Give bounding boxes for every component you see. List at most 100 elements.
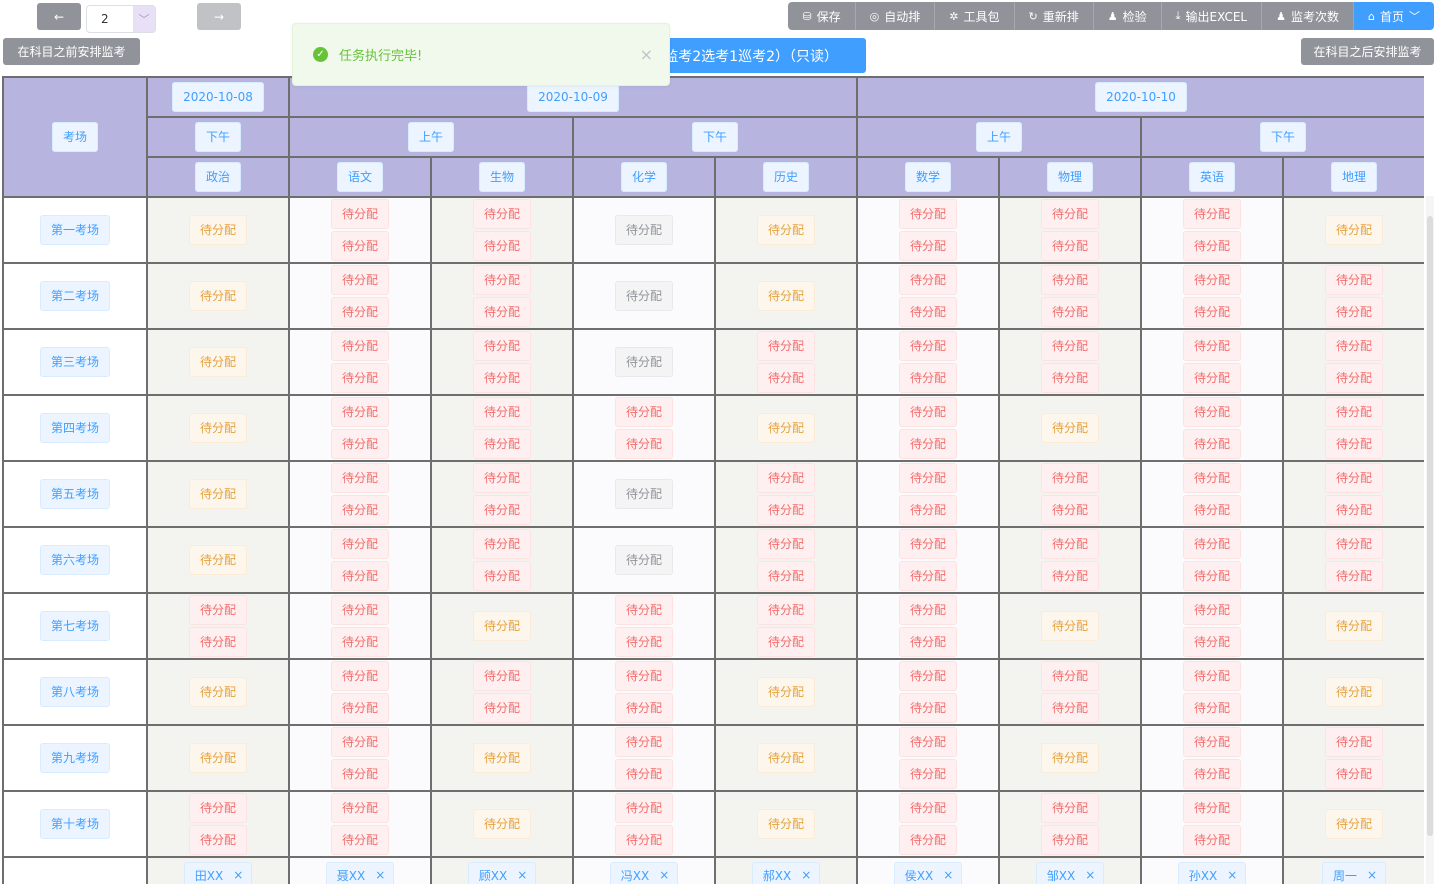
assignment-cell[interactable]: 待分配 待分配: [714, 460, 858, 528]
unassigned-tag[interactable]: 待分配: [1182, 759, 1241, 789]
unassigned-tag[interactable]: 待分配: [898, 793, 957, 823]
unassigned-tag[interactable]: 待分配: [1040, 331, 1099, 361]
teacher-chip[interactable]: 邹XX ×: [1035, 862, 1105, 884]
assignment-cell[interactable]: 待分配: [572, 196, 716, 264]
assignment-cell[interactable]: 待分配 待分配: [288, 790, 432, 858]
unassigned-tag[interactable]: 待分配: [898, 595, 957, 625]
unassigned-tag[interactable]: 待分配: [330, 331, 389, 361]
assignment-cell[interactable]: 待分配 待分配: [1282, 724, 1424, 792]
assignment-cell[interactable]: 待分配 待分配: [430, 196, 574, 264]
unassigned-tag[interactable]: 待分配: [1040, 561, 1099, 591]
unassigned-tag[interactable]: 待分配: [472, 363, 531, 393]
unassigned-tag[interactable]: 待分配: [472, 693, 531, 723]
unassigned-tag[interactable]: 待分配: [472, 429, 531, 459]
room-label[interactable]: 第七考场: [39, 611, 110, 641]
unassigned-tag[interactable]: 待分配: [330, 297, 389, 327]
unassigned-tag[interactable]: 待分配: [756, 281, 815, 311]
unassigned-tag[interactable]: 待分配: [1182, 495, 1241, 525]
unassigned-tag[interactable]: 待分配: [898, 561, 957, 591]
unassigned-tag[interactable]: 待分配: [330, 793, 389, 823]
assignment-cell[interactable]: 待分配: [572, 460, 716, 528]
close-icon[interactable]: ×: [517, 868, 527, 882]
unassigned-tag[interactable]: 待分配: [898, 463, 957, 493]
unassigned-tag[interactable]: 待分配: [1324, 397, 1383, 427]
unassigned-tag[interactable]: 待分配: [756, 677, 815, 707]
unassigned-tag[interactable]: 待分配: [898, 297, 957, 327]
unassigned-tag[interactable]: 待分配: [1040, 199, 1099, 229]
toolkit-button[interactable]: ✲ 工具包: [934, 2, 1014, 30]
unassigned-tag[interactable]: 待分配: [1182, 693, 1241, 723]
unassigned-tag[interactable]: 待分配: [1182, 397, 1241, 427]
assignment-cell[interactable]: 待分配 待分配: [714, 592, 858, 660]
assignment-cell[interactable]: 待分配: [714, 196, 858, 264]
teacher-chip[interactable]: 周一 ×: [1321, 862, 1387, 884]
unassigned-tag[interactable]: 待分配: [1182, 561, 1241, 591]
invigilation-count-button[interactable]: ♟ 监考次数: [1261, 2, 1353, 30]
unassigned-tag[interactable]: 待分配: [188, 793, 247, 823]
assignment-cell[interactable]: 待分配 待分配: [1282, 460, 1424, 528]
unassigned-tag[interactable]: 待分配: [1182, 297, 1241, 327]
assignment-cell[interactable]: 待分配 待分配: [288, 460, 432, 528]
unassigned-tag[interactable]: 待分配: [614, 595, 673, 625]
unassigned-tag[interactable]: 待分配: [1040, 413, 1099, 443]
unassigned-tag[interactable]: 待分配: [898, 199, 957, 229]
scrollbar-thumb[interactable]: [1427, 216, 1433, 836]
unassigned-tag[interactable]: 待分配: [1182, 331, 1241, 361]
assignment-cell[interactable]: 待分配 待分配: [288, 592, 432, 660]
unassigned-tag[interactable]: 待分配: [188, 281, 247, 311]
unassigned-tag[interactable]: 待分配: [188, 215, 247, 245]
assignment-cell[interactable]: 待分配 待分配: [998, 328, 1142, 396]
check-button[interactable]: ♟ 检验: [1092, 2, 1161, 30]
unassigned-tag[interactable]: 待分配: [1182, 825, 1241, 855]
unassigned-tag[interactable]: 待分配: [756, 331, 815, 361]
unassigned-tag[interactable]: 待分配: [898, 331, 957, 361]
assignment-cell[interactable]: 待分配: [146, 262, 290, 330]
rearrange-button[interactable]: ↻ 重新排: [1013, 2, 1093, 30]
arrange-before-subject-button[interactable]: 在科目之前安排监考: [3, 38, 140, 65]
auto-arrange-button[interactable]: ◎ 自动排: [854, 2, 935, 30]
teacher-chip[interactable]: 聂XX ×: [325, 862, 395, 884]
unassigned-tag[interactable]: 待分配: [898, 693, 957, 723]
unassigned-tag[interactable]: 待分配: [614, 693, 673, 723]
assignment-cell[interactable]: 待分配 待分配: [430, 526, 574, 594]
assignment-cell[interactable]: 待分配 待分配: [998, 526, 1142, 594]
vertical-scrollbar[interactable]: [1426, 196, 1434, 884]
unassigned-tag[interactable]: 待分配: [1324, 265, 1383, 295]
home-dropdown-button[interactable]: ⌂ 首页 ﹀: [1353, 2, 1434, 30]
unassigned-tag[interactable]: 待分配: [756, 561, 815, 591]
unassigned-tag[interactable]: 待分配: [1040, 265, 1099, 295]
assignment-cell[interactable]: 待分配 待分配: [430, 262, 574, 330]
room-label[interactable]: 第八考场: [39, 677, 110, 707]
assignment-cell[interactable]: 待分配: [998, 592, 1142, 660]
unassigned-tag[interactable]: 待分配: [1040, 231, 1099, 261]
teacher-chip[interactable]: 郝XX ×: [751, 862, 821, 884]
assignment-cell[interactable]: 待分配: [430, 724, 574, 792]
unassigned-tag[interactable]: 待分配: [330, 825, 389, 855]
teacher-chip[interactable]: 侯XX ×: [893, 862, 963, 884]
room-label[interactable]: 第九考场: [39, 743, 110, 773]
unassigned-tag[interactable]: 待分配: [1324, 809, 1383, 839]
unassigned-tag[interactable]: 待分配: [898, 627, 957, 657]
unassigned-tag[interactable]: 待分配: [330, 595, 389, 625]
unassigned-tag[interactable]: 待分配: [1324, 331, 1383, 361]
unassigned-tag[interactable]: 待分配: [330, 495, 389, 525]
assignment-cell[interactable]: 待分配 待分配: [430, 460, 574, 528]
assignment-cell[interactable]: 待分配: [572, 262, 716, 330]
unassigned-tag[interactable]: 待分配: [472, 661, 531, 691]
assignment-cell[interactable]: 待分配 待分配: [856, 526, 1000, 594]
unassigned-tag[interactable]: 待分配: [1040, 825, 1099, 855]
unassigned-tag[interactable]: 待分配: [1040, 793, 1099, 823]
unassigned-tag[interactable]: 待分配: [188, 413, 247, 443]
unassigned-tag[interactable]: 待分配: [330, 397, 389, 427]
unassigned-tag[interactable]: 待分配: [1324, 297, 1383, 327]
unassigned-tag[interactable]: 待分配: [614, 793, 673, 823]
assignment-cell[interactable]: 待分配 待分配: [1140, 658, 1284, 726]
unassigned-tag[interactable]: 待分配: [188, 743, 247, 773]
close-icon[interactable]: ×: [659, 868, 669, 882]
unassigned-tag[interactable]: 待分配: [898, 529, 957, 559]
unassigned-tag[interactable]: 待分配: [472, 529, 531, 559]
unassigned-tag[interactable]: 待分配: [472, 199, 531, 229]
unassigned-tag[interactable]: 待分配: [756, 413, 815, 443]
room-label[interactable]: 第一考场: [39, 215, 110, 245]
unassigned-tag[interactable]: 待分配: [330, 429, 389, 459]
